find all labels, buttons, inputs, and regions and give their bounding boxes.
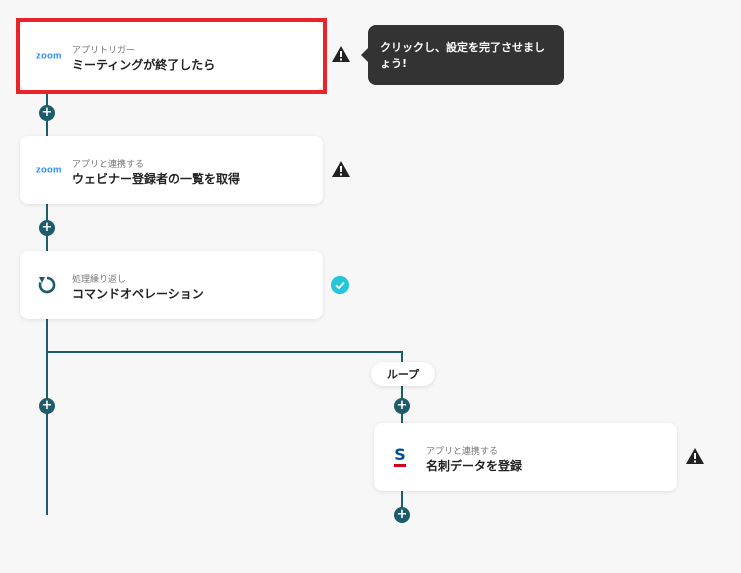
setup-tooltip: クリックし、設定を完了させましょう! [368, 25, 564, 85]
step-type-label: アプリトリガー [72, 46, 136, 56]
step-card-register-business-card[interactable]: S アプリと連携する 名刺データを登録 [374, 423, 677, 491]
step-title: 名刺データを登録 [426, 459, 523, 473]
check-complete-icon [331, 276, 349, 294]
warning-icon [332, 46, 350, 62]
tooltip-text: クリックし、設定を完了させましょう! [380, 41, 545, 70]
zoom-logo-icon: zoom [36, 164, 62, 176]
add-step-button-1[interactable]: + [39, 105, 55, 121]
add-step-button-3[interactable]: + [39, 398, 55, 414]
step-type-label: 処理繰り返し [72, 275, 127, 285]
add-loop-step-button-2[interactable]: + [394, 507, 410, 523]
step-card-loop-command[interactable]: 処理繰り返し コマンドオペレーション [20, 251, 323, 319]
warning-icon [332, 161, 350, 177]
step-card-trigger[interactable]: zoom アプリトリガー ミーティングが終了したら [20, 22, 323, 90]
add-step-button-2[interactable]: + [39, 220, 55, 236]
loop-repeat-icon [38, 276, 56, 294]
step-type-label: アプリと連携する [426, 447, 499, 457]
branch-connector-line [46, 351, 402, 353]
step-type-label: アプリと連携する [72, 160, 145, 170]
loop-label-text: ループ [386, 368, 420, 381]
zoom-logo-icon: zoom [36, 50, 62, 62]
add-loop-step-button-1[interactable]: + [394, 398, 410, 414]
warning-icon [686, 448, 704, 464]
step-card-get-webinar-registrants[interactable]: zoom アプリと連携する ウェビナー登録者の一覧を取得 [20, 136, 323, 204]
step-title: ウェビナー登録者の一覧を取得 [72, 172, 241, 186]
sansan-logo-icon: S [394, 447, 406, 467]
step-title: ミーティングが終了したら [72, 58, 216, 72]
loop-label-pill: ループ [371, 362, 435, 386]
step-title: コマンドオペレーション [72, 287, 204, 301]
